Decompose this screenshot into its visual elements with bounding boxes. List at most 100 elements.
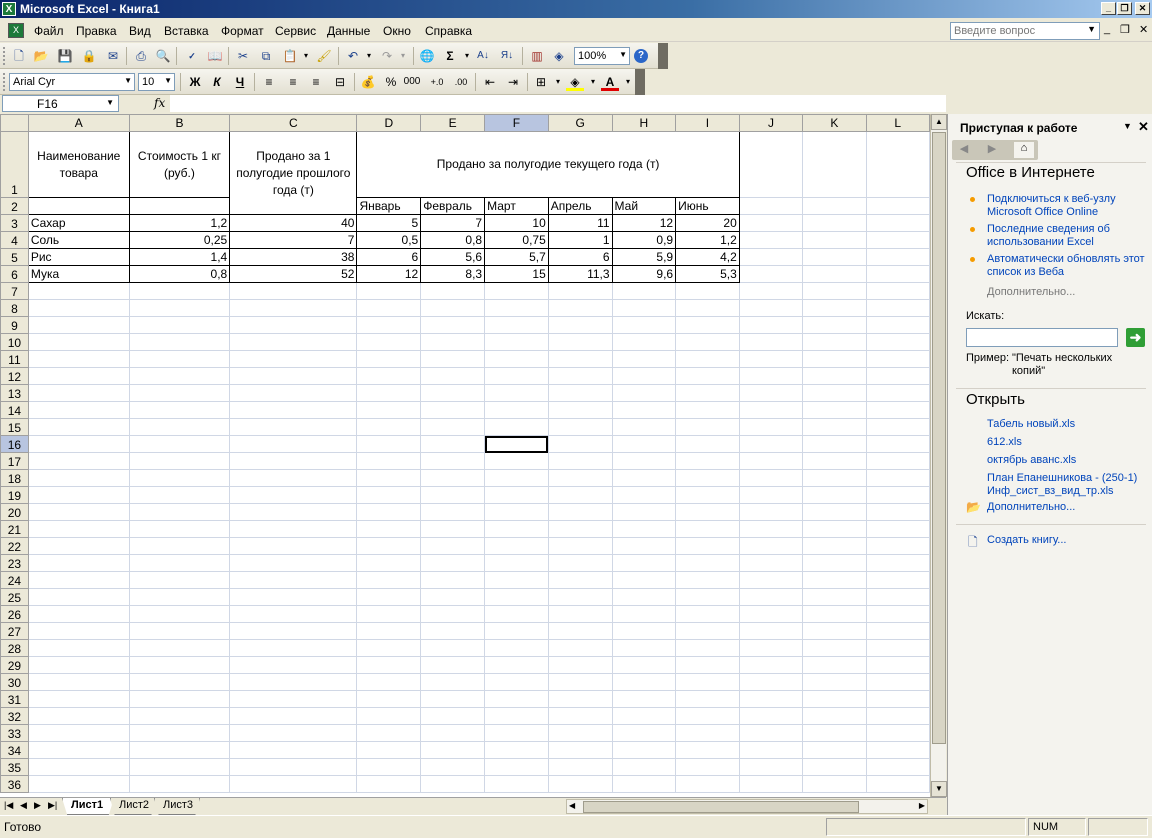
cell[interactable] <box>802 333 867 351</box>
cell[interactable] <box>865 333 930 351</box>
cell[interactable] <box>128 333 231 351</box>
cell[interactable] <box>865 571 930 589</box>
cell[interactable] <box>611 350 677 368</box>
cell[interactable] <box>865 248 930 266</box>
cell[interactable] <box>865 690 930 708</box>
product-name-cell[interactable]: Рис <box>27 248 130 266</box>
cell[interactable] <box>802 673 867 691</box>
zoom-select[interactable]: 100% ▼ <box>574 47 630 65</box>
cell[interactable] <box>802 605 867 623</box>
last-year-cell[interactable]: 52 <box>229 265 358 283</box>
cell[interactable] <box>420 639 486 657</box>
cell[interactable] <box>611 775 677 793</box>
cell[interactable] <box>356 333 422 351</box>
cell[interactable] <box>356 622 422 640</box>
cell[interactable] <box>865 435 930 453</box>
month-value-cell[interactable]: 7 <box>420 214 486 232</box>
cell[interactable] <box>865 775 930 793</box>
cut-icon[interactable]: ✂ <box>234 47 252 65</box>
cell[interactable] <box>611 673 677 691</box>
cell[interactable] <box>865 214 930 232</box>
cell[interactable] <box>229 486 358 504</box>
cell[interactable] <box>738 214 804 232</box>
row-header[interactable]: 24 <box>0 571 29 589</box>
more-files-link[interactable]: Дополнительно... <box>987 501 1075 514</box>
cell[interactable] <box>128 622 231 640</box>
search-input[interactable] <box>966 328 1118 347</box>
row-header[interactable]: 28 <box>0 639 29 657</box>
cell[interactable] <box>229 758 358 776</box>
cell[interactable] <box>611 605 677 623</box>
research-icon[interactable]: 📖 <box>206 47 224 65</box>
row-header[interactable]: 29 <box>0 656 29 674</box>
cell[interactable] <box>484 367 549 385</box>
cell[interactable] <box>738 316 804 334</box>
row-header[interactable]: 6 <box>0 265 29 283</box>
close-button[interactable]: ✕ <box>1135 2 1150 15</box>
cell[interactable] <box>484 775 549 793</box>
cell[interactable] <box>484 656 549 674</box>
cell[interactable] <box>356 605 422 623</box>
cell[interactable] <box>802 571 867 589</box>
cell[interactable] <box>128 588 231 606</box>
cell[interactable] <box>547 350 613 368</box>
cell[interactable] <box>675 758 740 776</box>
cell[interactable] <box>738 588 804 606</box>
cell[interactable] <box>484 707 549 725</box>
cell[interactable] <box>611 367 677 385</box>
cell[interactable] <box>611 656 677 674</box>
cell[interactable] <box>27 418 130 436</box>
decrease-decimal-icon[interactable]: .00 <box>452 73 470 91</box>
cell[interactable] <box>356 775 422 793</box>
cell[interactable] <box>547 316 613 334</box>
cell[interactable] <box>27 622 130 640</box>
cell[interactable] <box>128 418 231 436</box>
cell[interactable] <box>738 231 804 249</box>
cell[interactable] <box>128 639 231 657</box>
cell[interactable] <box>484 554 549 572</box>
cell[interactable] <box>356 401 422 419</box>
cell[interactable] <box>547 384 613 402</box>
borders-icon[interactable]: ⊞ <box>532 73 550 91</box>
sort-asc-icon[interactable]: A↓ <box>474 47 492 65</box>
cell[interactable] <box>547 435 613 453</box>
cell[interactable] <box>802 299 867 317</box>
sort-desc-icon[interactable]: Я↓ <box>498 47 516 65</box>
chevron-down-icon[interactable]: ▾ <box>584 73 602 91</box>
cell[interactable] <box>547 367 613 385</box>
minimize-button[interactable]: _ <box>1101 2 1116 15</box>
cell[interactable] <box>27 197 130 215</box>
cell[interactable] <box>128 724 231 742</box>
cell[interactable] <box>420 588 486 606</box>
column-header[interactable]: F <box>484 114 549 132</box>
cell[interactable] <box>675 503 740 521</box>
cell[interactable] <box>738 265 804 283</box>
cell[interactable] <box>802 248 867 266</box>
cell[interactable] <box>356 503 422 521</box>
increase-indent-icon[interactable]: ⇥ <box>504 73 522 91</box>
cell[interactable] <box>128 537 231 555</box>
cell[interactable] <box>802 282 867 300</box>
cell[interactable] <box>802 775 867 793</box>
row-header[interactable]: 26 <box>0 605 29 623</box>
horizontal-scroll-thumb[interactable] <box>583 801 859 813</box>
cell[interactable] <box>611 384 677 402</box>
cell[interactable] <box>675 435 740 453</box>
cell[interactable] <box>611 282 677 300</box>
cell[interactable] <box>611 520 677 538</box>
cell[interactable] <box>675 384 740 402</box>
month-value-cell[interactable]: 15 <box>484 265 549 283</box>
cell[interactable] <box>865 758 930 776</box>
cell[interactable] <box>356 350 422 368</box>
cell[interactable] <box>675 673 740 691</box>
cell[interactable] <box>547 418 613 436</box>
worksheet-grid[interactable]: A B C D E F G H I J K L 1 Наименование т… <box>0 114 930 797</box>
cell[interactable] <box>420 333 486 351</box>
scroll-up-icon[interactable]: ▲ <box>931 114 947 130</box>
cell[interactable] <box>484 622 549 640</box>
cell[interactable] <box>547 486 613 504</box>
cell[interactable] <box>675 367 740 385</box>
cell[interactable] <box>128 197 231 215</box>
cell[interactable] <box>802 554 867 572</box>
cell[interactable] <box>738 605 804 623</box>
